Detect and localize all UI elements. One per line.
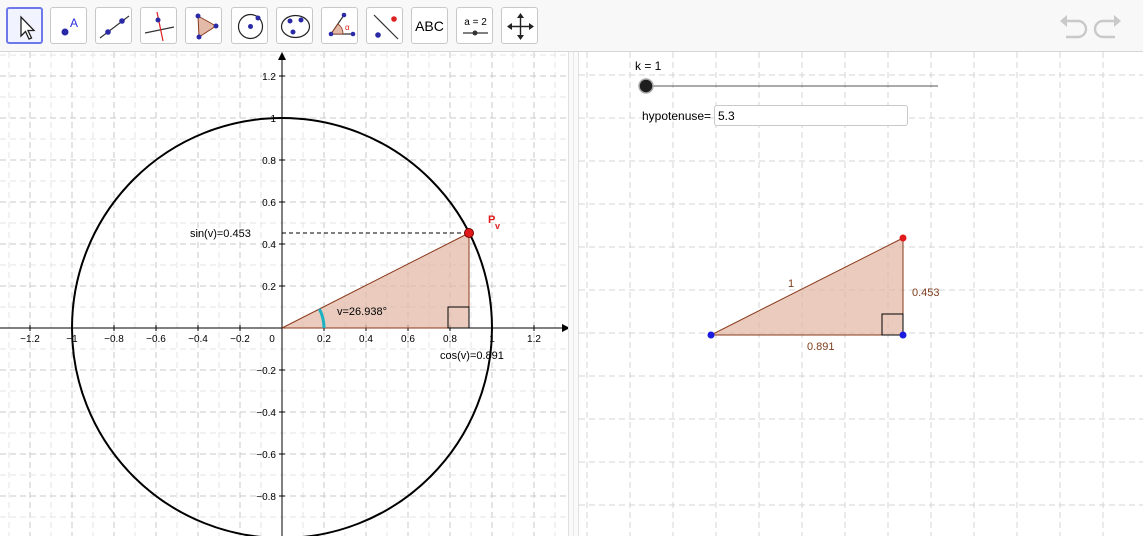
y-tick-label: 0.2 xyxy=(262,282,276,293)
text-icon: ABC xyxy=(415,18,444,34)
vertex-right[interactable] xyxy=(899,331,907,339)
slider-handle[interactable] xyxy=(638,78,654,94)
undo-icon[interactable] xyxy=(1058,14,1088,40)
slider-tool-label: a = 2 xyxy=(464,17,487,28)
x-tick-label: 0.4 xyxy=(359,334,373,345)
x-tick-label: −0.2 xyxy=(230,334,250,345)
perpendicular-line-icon xyxy=(144,11,175,42)
line-tool-button[interactable] xyxy=(95,7,132,44)
move-view-tool-button[interactable] xyxy=(501,7,538,44)
vertex-left[interactable] xyxy=(707,331,715,339)
circle-tool-button[interactable] xyxy=(231,7,268,44)
move-graphics-view-icon xyxy=(507,13,534,40)
y-tick-label: −0.2 xyxy=(256,366,276,377)
x-tick-label: 0.8 xyxy=(443,334,457,345)
y-tick-label: 0.4 xyxy=(262,240,276,251)
x-tick-label: −0.6 xyxy=(146,334,166,345)
point-a-icon: A xyxy=(61,16,78,36)
conic-tool-button[interactable] xyxy=(276,7,313,44)
y-tick-label: 1 xyxy=(270,114,276,125)
scaled-triangle[interactable] xyxy=(710,237,904,336)
vertex-top[interactable] xyxy=(899,234,907,242)
pointer-arrow-icon xyxy=(20,15,36,40)
sin-label: sin(v)=0.453 xyxy=(190,228,251,240)
slider-icon: a = 2 xyxy=(463,17,488,36)
graphics-view-1[interactable]: −1.2 −1 −0.8 −0.6 −0.4 −0.2 0 0.2 0.4 0.6 0.8 1 1.21… xyxy=(0,52,568,536)
slider-tool-button[interactable]: a = 2 xyxy=(456,7,493,44)
reflect-icon xyxy=(373,14,399,40)
y-tick-label: 1.2 xyxy=(262,72,276,83)
x-tick-label: −0.4 xyxy=(188,334,208,345)
adjacent-length-label: 0.891 xyxy=(807,341,835,353)
x-tick-label: 0 xyxy=(269,334,275,345)
angle-tool-button[interactable]: α xyxy=(321,7,358,44)
perpendicular-tool-button[interactable] xyxy=(140,7,177,44)
opposite-length-label: 0.453 xyxy=(912,287,940,299)
circle-center-point-icon xyxy=(237,13,264,40)
slider-k-label: k = 1 xyxy=(635,59,662,73)
hypotenuse-input-label: hypotenuse= xyxy=(642,109,712,123)
redo-icon[interactable] xyxy=(1093,14,1123,40)
point-tool-label: A xyxy=(70,16,78,30)
angle-tool-label: α xyxy=(345,23,350,32)
y-tick-label: 0.6 xyxy=(262,198,276,209)
cos-label: cos(v)=0.891 xyxy=(440,350,504,362)
point-p[interactable] xyxy=(464,228,474,238)
x-tick-label: −0.8 xyxy=(104,334,124,345)
line-through-points-icon xyxy=(99,15,130,39)
angle-icon: α xyxy=(328,12,356,37)
x-tick-label: 0.2 xyxy=(317,334,331,345)
x-tick-label: 0.6 xyxy=(401,334,415,345)
y-tick-label: −0.8 xyxy=(256,492,276,503)
toolbar: A α ABC a = 2 xyxy=(0,0,1143,52)
y-tick-label: −0.4 xyxy=(256,408,276,419)
slider-k[interactable] xyxy=(636,78,940,94)
point-tool-button[interactable]: A xyxy=(50,7,87,44)
angle-label: v=26.938° xyxy=(337,306,387,318)
text-tool-button[interactable]: ABC xyxy=(411,7,448,44)
x-tick-label: 1.2 xyxy=(527,334,541,345)
y-tick-label: 0.8 xyxy=(262,156,276,167)
polygon-icon xyxy=(195,13,219,40)
hypotenuse-length-label: 1 xyxy=(788,278,794,290)
move-tool-button[interactable] xyxy=(6,7,43,44)
view-divider[interactable] xyxy=(568,52,579,536)
grid xyxy=(0,52,568,536)
ellipse-icon xyxy=(280,14,311,39)
reflect-tool-button[interactable] xyxy=(366,7,403,44)
hypotenuse-input[interactable] xyxy=(714,105,908,126)
x-tick-label: −1.2 xyxy=(20,334,40,345)
polygon-tool-button[interactable] xyxy=(185,7,222,44)
y-tick-label: −0.6 xyxy=(256,450,276,461)
point-p-subscript: v xyxy=(495,221,500,231)
y-axis-arrow xyxy=(278,52,286,60)
